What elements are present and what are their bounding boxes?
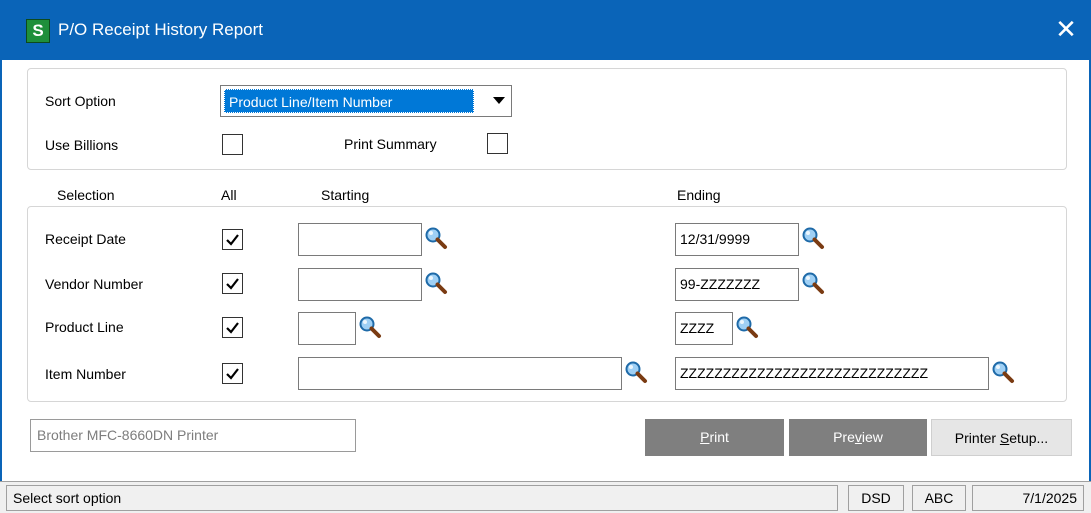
header-all: All — [221, 187, 237, 203]
close-button[interactable]: ✕ — [1051, 15, 1081, 45]
vendor-number-starting-input[interactable] — [298, 268, 422, 301]
checkmark-icon — [226, 322, 239, 334]
item-number-ending-lookup-icon[interactable] — [991, 360, 1015, 384]
status-date: 7/1/2025 — [972, 485, 1084, 511]
printer-setup-button[interactable]: Printer Setup... — [931, 419, 1072, 456]
dropdown-arrow-icon[interactable] — [493, 97, 505, 104]
printer-name-field: Brother MFC-8660DN Printer — [30, 419, 356, 452]
receipt-date-all-checkbox[interactable] — [222, 229, 243, 250]
checkmark-icon — [226, 368, 239, 380]
printer-setup-accelerator: S — [999, 430, 1010, 446]
sort-option-label: Sort Option — [45, 93, 116, 109]
vendor-number-starting-lookup-icon[interactable] — [424, 271, 448, 295]
receipt-date-label: Receipt Date — [45, 231, 126, 247]
status-message: Select sort option — [6, 485, 838, 511]
receipt-date-ending-lookup-icon[interactable] — [801, 226, 825, 250]
sort-option-dropdown[interactable]: Product Line/Item Number — [220, 85, 512, 117]
status-company: ABC — [912, 485, 966, 511]
product-line-label: Product Line — [45, 319, 124, 335]
title-bar[interactable]: S P/O Receipt History Report ✕ — [0, 0, 1091, 60]
header-starting: Starting — [321, 187, 370, 203]
checkmark-icon — [226, 234, 239, 246]
item-number-all-checkbox[interactable] — [222, 363, 243, 384]
item-number-starting-input[interactable] — [298, 357, 622, 390]
print-summary-checkbox[interactable] — [487, 133, 508, 154]
sage-app-icon: S — [26, 19, 50, 43]
item-number-ending-input[interactable]: ZZZZZZZZZZZZZZZZZZZZZZZZZZZZZ — [675, 357, 989, 390]
checkmark-icon — [226, 278, 239, 290]
vendor-number-label: Vendor Number — [45, 276, 144, 292]
status-module: DSD — [848, 485, 904, 511]
vendor-number-ending-input[interactable]: 99-ZZZZZZZ — [675, 268, 799, 301]
window-title: P/O Receipt History Report — [58, 20, 264, 39]
product-line-ending-input[interactable]: ZZZZ — [675, 312, 733, 345]
use-billions-label: Use Billions — [45, 137, 119, 153]
product-line-starting-lookup-icon[interactable] — [358, 315, 382, 339]
preview-button[interactable]: Preview — [789, 419, 927, 456]
product-line-ending-lookup-icon[interactable] — [735, 315, 759, 339]
vendor-number-ending-lookup-icon[interactable] — [801, 271, 825, 295]
receipt-date-starting-input[interactable] — [298, 223, 422, 256]
print-summary-label: Print Summary — [344, 136, 437, 152]
sort-option-value: Product Line/Item Number — [224, 89, 474, 113]
status-bar: Select sort option DSD ABC 7/1/2025 — [0, 481, 1091, 513]
header-ending: Ending — [677, 187, 721, 203]
preview-accelerator: v — [854, 429, 862, 445]
print-button[interactable]: Print — [645, 419, 784, 456]
product-line-all-checkbox[interactable] — [222, 317, 243, 338]
header-selection: Selection — [57, 187, 115, 203]
vendor-number-all-checkbox[interactable] — [222, 273, 243, 294]
item-number-label: Item Number — [45, 366, 126, 382]
receipt-date-ending-input[interactable]: 12/31/9999 — [675, 223, 799, 256]
product-line-starting-input[interactable] — [298, 312, 356, 345]
use-billions-checkbox[interactable] — [222, 134, 243, 155]
options-group — [27, 68, 1067, 170]
item-number-starting-lookup-icon[interactable] — [624, 360, 648, 384]
receipt-date-starting-lookup-icon[interactable] — [424, 226, 448, 250]
